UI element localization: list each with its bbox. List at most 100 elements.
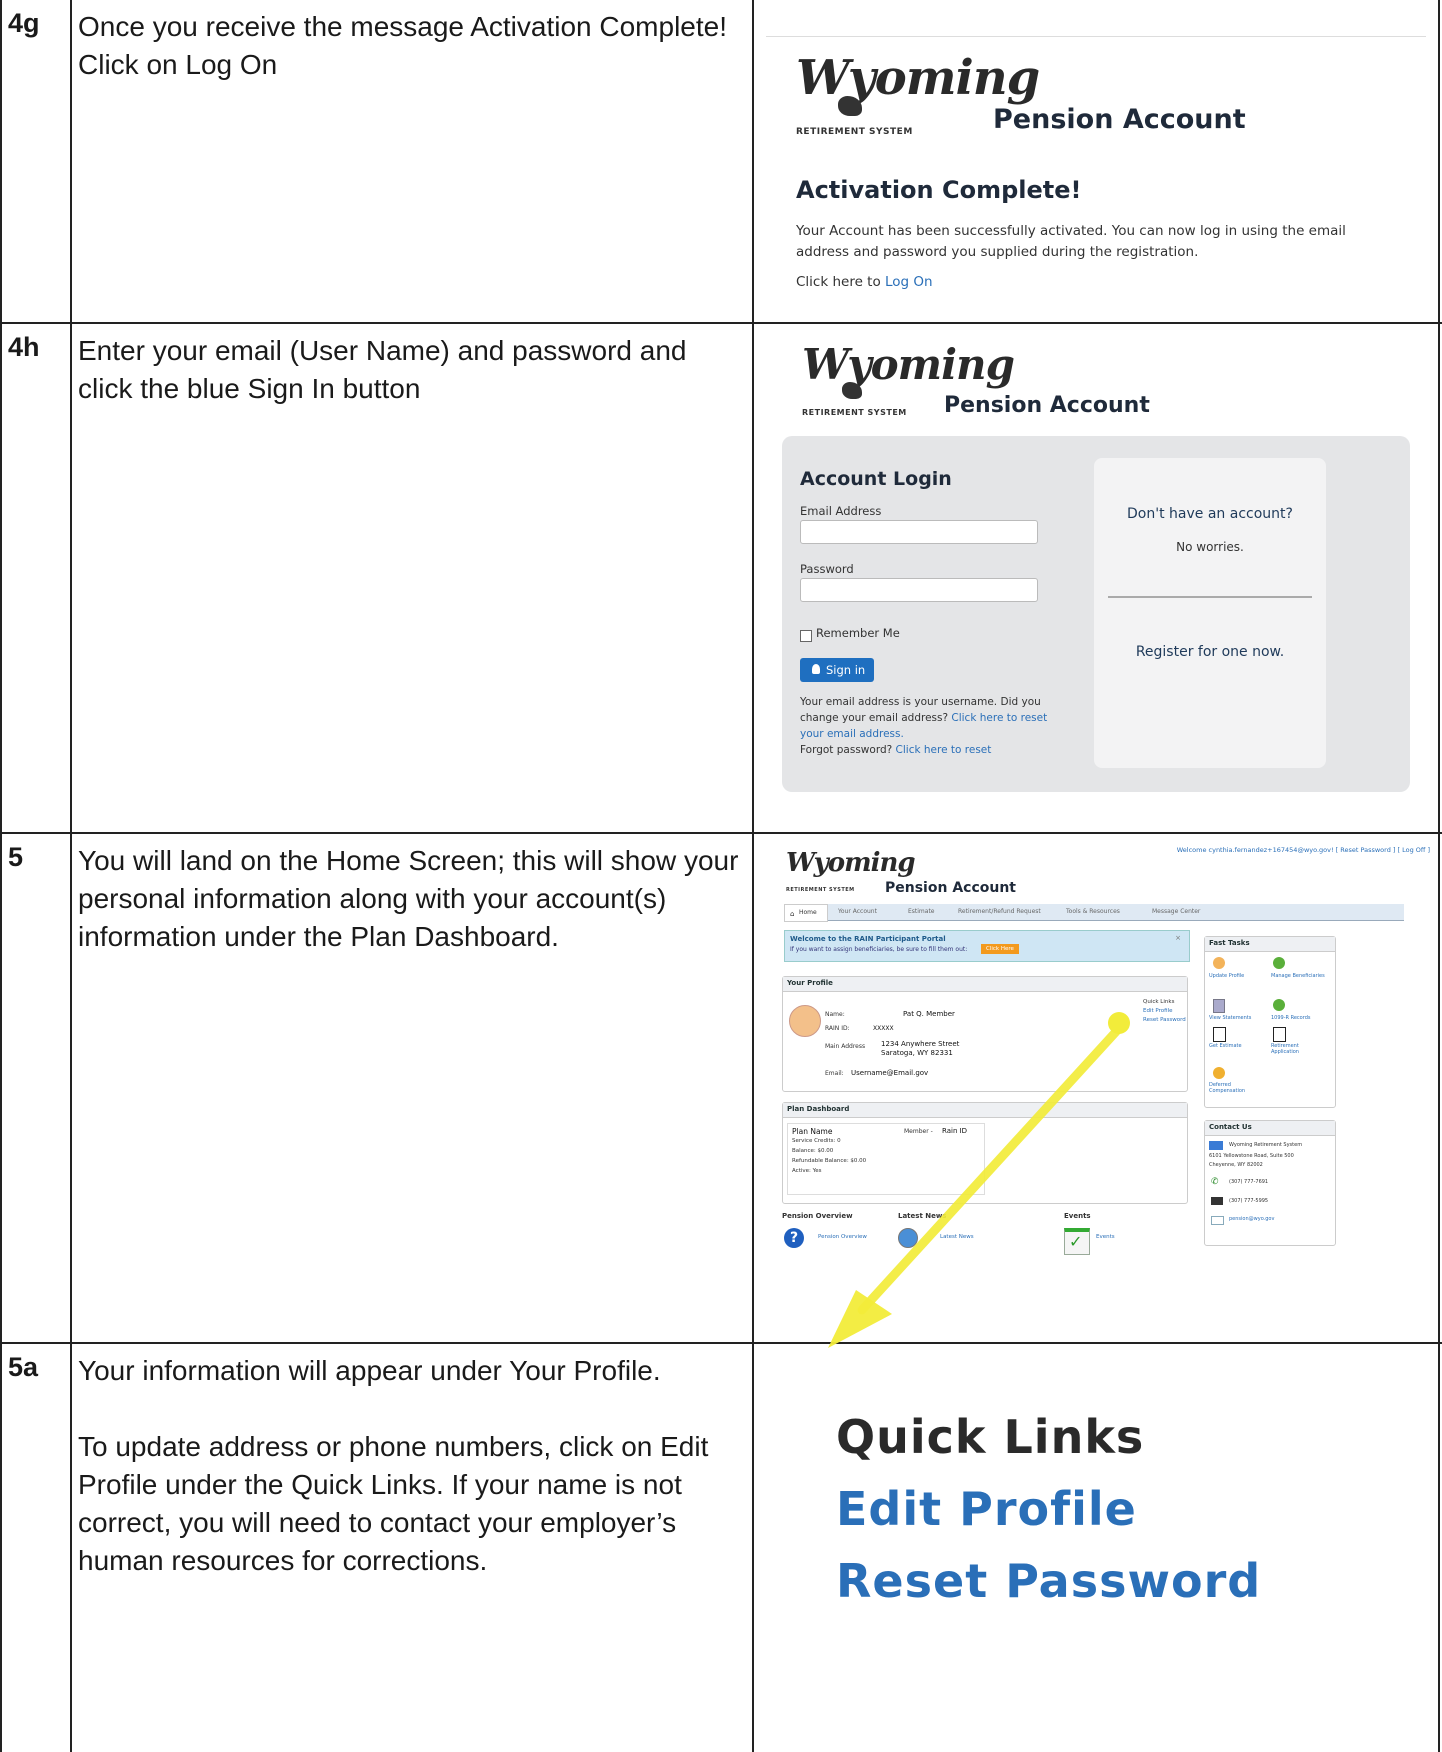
nav-estimate[interactable]: Estimate <box>908 908 935 915</box>
view-statements-icon <box>1213 999 1225 1013</box>
balance: Balance: $0.00 <box>792 1148 834 1154</box>
plan-dashboard-panel: Plan Dashboard Plan Name Member - Rain I… <box>782 1102 1188 1204</box>
task-deferred-compensation[interactable]: Deferred Compensation <box>1209 1082 1267 1094</box>
nav-message-center[interactable]: Message Center <box>1152 908 1200 915</box>
register-panel: Don't have an account? No worries. Regis… <box>1094 458 1326 768</box>
step-description: You will land on the Home Screen; this w… <box>72 834 752 994</box>
address-line1: 1234 Anywhere Street <box>881 1040 960 1048</box>
remember-checkbox[interactable] <box>800 630 812 642</box>
pension-overview-link[interactable]: Pension Overview <box>818 1234 867 1240</box>
quick-links-title: Quick Links <box>1143 999 1175 1005</box>
log-on-line: Click here to Log On <box>796 274 933 290</box>
contact-title: Contact Us <box>1205 1121 1335 1136</box>
zoom-reset-password[interactable]: Reset Password <box>836 1554 1261 1608</box>
welcome-banner: Welcome to the RAIN Participant Portal I… <box>784 930 1190 962</box>
active-status: Active: Yes <box>792 1168 822 1174</box>
contact-fax: (307) 777-5995 <box>1229 1198 1269 1204</box>
nav-home[interactable]: ⌂ Home <box>784 904 828 922</box>
reset-password-link[interactable]: Reset Password <box>1143 1017 1186 1023</box>
password-label: Password <box>800 562 854 576</box>
home-screenshot: Welcome cynthia.fernandez+167454@wyo.gov… <box>756 836 1436 1340</box>
zoom-quick-links: Quick Links <box>836 1410 1145 1464</box>
step-text: Enter your email (User Name) and passwor… <box>78 335 687 404</box>
latest-news-link[interactable]: Latest News <box>940 1234 974 1240</box>
password-field[interactable] <box>800 578 1038 602</box>
sign-in-button[interactable]: Sign in <box>800 658 874 682</box>
log-on-link[interactable]: Log On <box>885 274 933 290</box>
reset-password-link[interactable]: Click here to reset <box>896 744 992 756</box>
banner-click-here-button[interactable]: Click Here <box>981 944 1019 954</box>
refundable-balance: Refundable Balance: $0.00 <box>792 1158 867 1164</box>
contact-address1: 6101 Yellowstone Road, Suite 500 <box>1209 1153 1294 1159</box>
fast-tasks-panel: Fast Tasks Update Profile Manage Benefic… <box>1204 936 1336 1108</box>
banner-title: Welcome to the RAIN Participant Portal <box>790 935 946 943</box>
quick-links-zoom: Quick Links Edit Profile Reset Password <box>756 1346 1436 1750</box>
contact-phone: (307) 777-7691 <box>1229 1179 1269 1185</box>
task-manage-beneficiaries[interactable]: Manage Beneficiaries <box>1271 973 1331 979</box>
building-icon <box>1209 1141 1223 1150</box>
question-icon: ? <box>784 1228 804 1248</box>
register-link[interactable]: Register for one now. <box>1094 644 1326 660</box>
table-border-right <box>1438 0 1440 1752</box>
highlight-dot <box>1108 1012 1130 1034</box>
events-link[interactable]: Events <box>1096 1234 1115 1240</box>
task-view-statements[interactable]: View Statements <box>1209 1015 1251 1021</box>
zoom-edit-profile[interactable]: Edit Profile <box>836 1482 1137 1536</box>
email-label: Email Address <box>800 504 882 518</box>
wyoming-logo: Wyoming <box>786 848 916 878</box>
latest-news-title: Latest News <box>898 1212 947 1220</box>
profile-panel: Your Profile Name: Pat Q. Member RAIN ID… <box>782 976 1188 1092</box>
step-text: Your information will appear under Your … <box>78 1355 661 1386</box>
email-field[interactable] <box>800 520 1038 544</box>
log-on-prefix: Click here to <box>796 274 886 290</box>
update-profile-icon <box>1213 957 1225 969</box>
task-update-profile[interactable]: Update Profile <box>1209 973 1267 979</box>
activation-body: Your Account has been successfully activ… <box>796 223 1346 260</box>
email-label: Email: <box>825 1070 844 1077</box>
task-get-estimate[interactable]: Get Estimate <box>1209 1043 1242 1049</box>
welcome-bar: Welcome cynthia.fernandez+167454@wyo.gov… <box>1176 846 1430 854</box>
contact-email-link[interactable]: pension@wyo.gov <box>1229 1216 1274 1222</box>
user-icon <box>812 664 820 674</box>
phone-icon: ✆ <box>1211 1177 1219 1187</box>
step-text: You will land on the Home Screen; this w… <box>78 845 739 952</box>
table-divider-image <box>752 0 754 1752</box>
logo-subtitle: RETIREMENT SYSTEM <box>802 408 907 417</box>
avatar <box>789 1005 821 1037</box>
task-retirement-application[interactable]: Retirement Application <box>1271 1043 1327 1055</box>
plan-rain-id: Rain ID <box>942 1127 968 1135</box>
login-heading: Account Login <box>800 468 952 490</box>
forgot-label: Forgot password? <box>800 744 893 756</box>
activation-screenshot: Wyoming RETIREMENT SYSTEM Pension Accoun… <box>756 4 1436 320</box>
top-nav: ⌂ Home Your Account Estimate Retirement/R… <box>784 904 1404 922</box>
email-value: Username@Email.gov <box>851 1069 929 1077</box>
step-description: Enter your email (User Name) and passwor… <box>72 324 752 446</box>
records-icon <box>1273 999 1285 1011</box>
retirement-application-icon <box>1273 1027 1286 1042</box>
contact-panel: Contact Us Wyoming Retirement System 610… <box>1204 1120 1336 1246</box>
deferred-compensation-icon <box>1213 1067 1225 1079</box>
nav-tools-resources[interactable]: Tools & Resources <box>1066 908 1120 915</box>
address-line2: Saratoga, WY 82331 <box>881 1049 953 1057</box>
task-1099r-records[interactable]: 1099-R Records <box>1271 1015 1310 1021</box>
close-icon[interactable]: × <box>1175 934 1181 942</box>
no-account-text: Don't have an account? <box>1127 506 1293 522</box>
edit-profile-link[interactable]: Edit Profile <box>1143 1008 1173 1014</box>
pension-account-title: Pension Account <box>993 104 1246 135</box>
nav-retirement-refund[interactable]: Retirement/Refund Request <box>958 908 1041 915</box>
step-description: Your information will appear under Your … <box>72 1344 752 1618</box>
pension-overview-title: Pension Overview <box>782 1212 853 1220</box>
plan-member: Member - <box>904 1128 933 1135</box>
wyoming-logo: Wyoming <box>802 340 1015 389</box>
nav-your-account[interactable]: Your Account <box>838 908 877 915</box>
address-label: Main Address <box>825 1043 866 1050</box>
home-icon: ⌂ <box>790 910 795 918</box>
wyoming-logo: Wyoming <box>796 50 1040 106</box>
envelope-icon <box>1211 1216 1224 1225</box>
register-divider <box>1108 596 1312 598</box>
table-border-left <box>0 0 2 1752</box>
step-text: To update address or phone numbers, clic… <box>78 1431 709 1576</box>
no-worries-text: No worries. <box>1176 540 1244 554</box>
contact-org: Wyoming Retirement System <box>1229 1142 1303 1148</box>
step-text: Once you receive the message Activation … <box>78 11 728 80</box>
